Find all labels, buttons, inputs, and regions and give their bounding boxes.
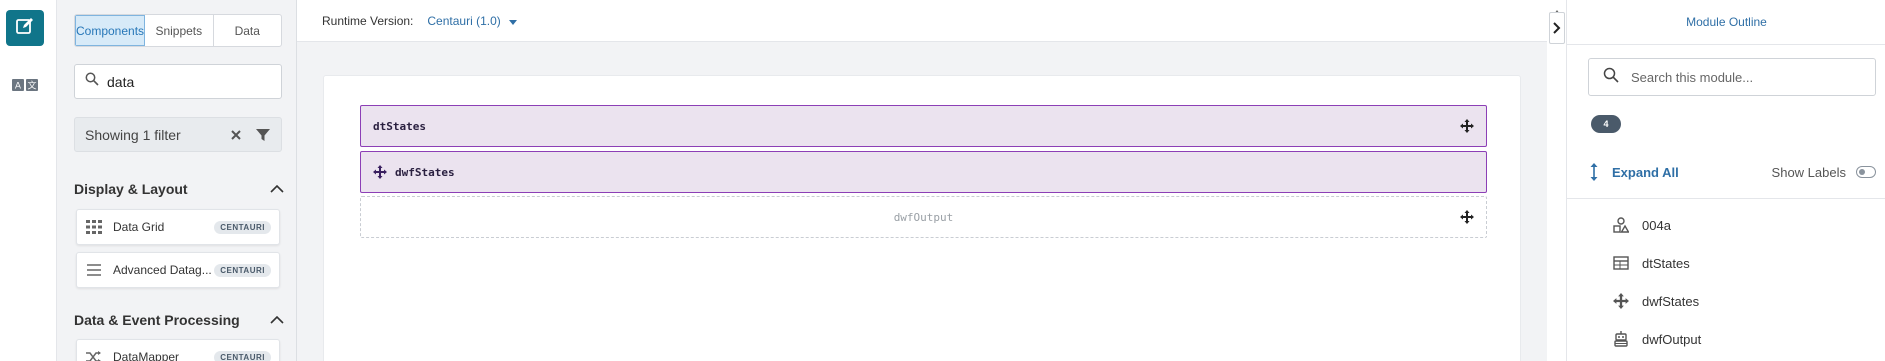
filter-button[interactable] (255, 127, 271, 143)
drag-handle[interactable] (373, 165, 387, 179)
outline-item-label: dtStates (1642, 255, 1690, 271)
move-icon (1612, 292, 1630, 310)
tab-snippets[interactable]: Snippets (145, 15, 214, 46)
component-card-advanced-datagrid[interactable]: Advanced Datag... CENTAURI (76, 252, 280, 288)
outline-item-dwfstates[interactable]: dwfStates (1612, 291, 1862, 311)
edit-mode-button[interactable] (6, 10, 44, 46)
clear-filter-button[interactable] (229, 128, 243, 142)
search-icon (1603, 67, 1619, 88)
components-panel: Components Snippets Data Showing 1 filte… (57, 0, 297, 361)
outline-controls: Expand All Show Labels (1588, 160, 1876, 184)
svg-text:A: A (15, 82, 22, 92)
outline-item-004a[interactable]: 004a (1612, 215, 1862, 235)
divider (1567, 44, 1885, 45)
component-card-datamapper[interactable]: DataMapper CENTAURI (76, 339, 280, 361)
translations-button[interactable]: A文 (12, 78, 38, 96)
tab-data[interactable]: Data (214, 15, 281, 46)
component-name: dwfOutput (893, 210, 954, 224)
move-icon (1460, 119, 1474, 133)
funnel-icon (256, 128, 270, 141)
move-icon (1460, 210, 1474, 224)
outline-item-label: 004a (1642, 217, 1671, 233)
lines-icon (85, 262, 103, 278)
drag-handle[interactable] (1460, 210, 1474, 224)
section-data-event-processing[interactable]: Data & Event Processing (74, 311, 284, 329)
component-card-data-grid[interactable]: Data Grid CENTAURI (76, 209, 280, 245)
panel-tabs: Components Snippets Data (74, 14, 282, 47)
table-icon (1612, 254, 1630, 272)
search-icon (85, 72, 99, 91)
component-search (74, 64, 282, 99)
component-dtstates[interactable]: dtStates (360, 105, 1487, 147)
module-sheet: dtStates dwfStates dwfOutput (323, 75, 1521, 361)
edit-icon (15, 16, 35, 41)
outline-item-dtstates[interactable]: dtStates (1612, 253, 1862, 273)
app-root: A文 Components Snippets Data Showing 1 fi… (0, 0, 1885, 361)
drag-handle[interactable] (1460, 119, 1474, 133)
chevron-up-icon (270, 311, 284, 329)
component-search-input[interactable] (107, 73, 257, 90)
shapes-icon (1612, 216, 1630, 234)
shuffle-icon (85, 349, 103, 361)
design-canvas: dtStates dwfStates dwfOutput (297, 42, 1547, 361)
component-dwfoutput[interactable]: dwfOutput (360, 196, 1487, 238)
show-labels-toggle[interactable] (1856, 166, 1876, 178)
close-icon (231, 129, 241, 140)
designer-toolbar: Runtime Version: Centauri (1.0) (297, 0, 1547, 42)
component-dwfstates[interactable]: dwfStates (360, 151, 1487, 193)
move-icon (373, 165, 387, 179)
expand-vertical-icon[interactable] (1588, 162, 1600, 182)
component-label: Advanced Datag... (113, 263, 212, 277)
outline-title: Module Outline (1686, 15, 1767, 29)
section-display-layout[interactable]: Display & Layout (74, 180, 284, 198)
scroll-up-arrow[interactable] (1552, 4, 1562, 17)
filter-bar: Showing 1 filter (74, 117, 282, 152)
outline-search (1588, 58, 1876, 96)
runtime-version-select[interactable]: Centauri (1.0) (427, 14, 500, 28)
outline-search-input[interactable] (1631, 69, 1861, 85)
section-title: Data & Event Processing (74, 312, 240, 328)
component-name: dtStates (373, 119, 426, 133)
collapse-outline-button[interactable] (1549, 12, 1565, 44)
robot-icon (1612, 330, 1630, 348)
chevron-up-icon (270, 180, 284, 198)
tab-components[interactable]: Components (75, 15, 146, 46)
version-badge: CENTAURI (214, 263, 271, 277)
filter-status: Showing 1 filter (85, 126, 181, 143)
outline-item-label: dwfOutput (1642, 331, 1702, 347)
expand-all-button[interactable]: Expand All (1612, 165, 1772, 180)
outline-item-label: dwfStates (1642, 293, 1700, 309)
divider (1567, 198, 1885, 199)
grid-icon (85, 219, 103, 235)
outline-item-dwfoutput[interactable]: dwfOutput (1612, 329, 1862, 349)
module-outline-panel: Module Outline 4 Expand All Show Labels … (1566, 0, 1885, 361)
section-title: Display & Layout (74, 181, 188, 197)
ab-translate-icon: A文 (12, 78, 38, 96)
result-count-badge: 4 (1591, 115, 1621, 133)
caret-down-icon[interactable] (508, 14, 517, 28)
left-rail: A文 (0, 0, 57, 361)
runtime-version-label: Runtime Version: (322, 13, 414, 28)
version-badge: CENTAURI (214, 220, 271, 234)
show-labels-label: Show Labels (1771, 164, 1846, 180)
component-name: dwfStates (395, 165, 455, 179)
component-label: DataMapper (113, 350, 180, 361)
version-badge: CENTAURI (214, 350, 271, 361)
svg-text:文: 文 (27, 80, 36, 92)
chevron-right-icon (1553, 22, 1561, 34)
component-label: Data Grid (113, 220, 165, 234)
